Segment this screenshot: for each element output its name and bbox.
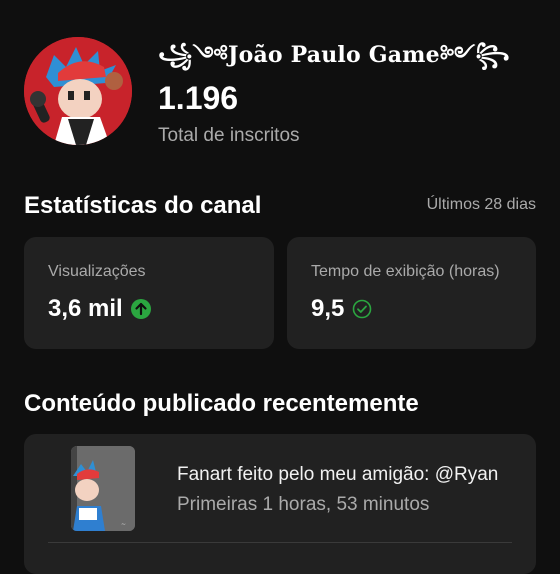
video-thumbnail[interactable]: ~ <box>71 446 135 531</box>
svg-text:~: ~ <box>121 521 126 528</box>
views-card[interactable]: Visualizações 3,6 mil <box>24 237 274 349</box>
video-meta: Primeiras 1 horas, 53 minutos <box>177 494 430 515</box>
watch-time-value: 9,5 <box>311 295 345 322</box>
watch-time-card[interactable]: Tempo de exibição (horas) 9,5 <box>287 237 536 349</box>
watch-time-label: Tempo de exibição (horas) <box>311 263 500 280</box>
subscriber-count: 1.196 <box>158 80 239 116</box>
divider <box>48 542 512 543</box>
stats-section-title: Estatísticas do canal <box>24 192 262 219</box>
stats-period: Últimos 28 dias <box>426 196 536 213</box>
arrow-up-icon <box>130 299 151 319</box>
recent-video-card[interactable]: ~ Fanart feito pelo meu amigão: @Ryan Pr… <box>24 434 536 574</box>
recent-section-title: Conteúdo publicado recentemente <box>24 390 419 417</box>
subscriber-label: Total de inscritos <box>158 125 300 146</box>
views-label: Visualizações <box>48 263 146 280</box>
views-value: 3,6 mil <box>48 295 123 322</box>
channel-avatar[interactable] <box>24 37 132 145</box>
video-title[interactable]: Fanart feito pelo meu amigão: @Ryan <box>177 464 517 486</box>
check-circle-icon <box>352 299 372 319</box>
